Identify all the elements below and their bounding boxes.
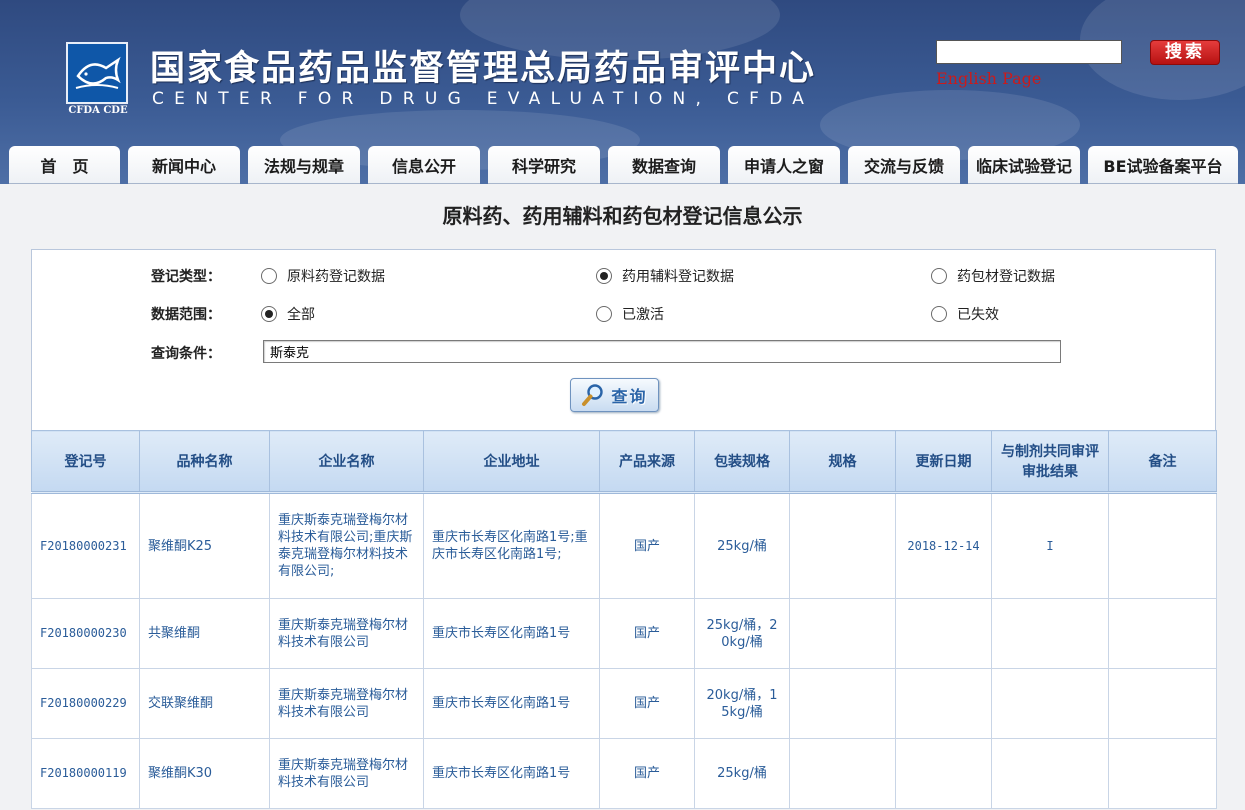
english-page-link[interactable]: English Page — [936, 69, 1041, 88]
col-spec: 规格 — [789, 430, 896, 494]
table-row[interactable]: F20180000231 聚维酮K25 重庆斯泰克瑞登梅尔材料技术有限公司;重庆… — [31, 492, 1217, 599]
nav-tab-regulations[interactable]: 法规与规章 — [248, 146, 360, 184]
cell-company: 重庆斯泰克瑞登梅尔材料技术有限公司 — [269, 668, 424, 739]
cell-reg-no[interactable]: F20180000230 — [31, 598, 140, 669]
nav-tab-disclosure[interactable]: 信息公开 — [368, 146, 480, 184]
cell-variety: 聚维酮K25 — [139, 492, 270, 599]
query-condition-input[interactable] — [263, 340, 1061, 363]
site-search-input[interactable] — [936, 40, 1122, 64]
cell-remark — [1108, 738, 1217, 809]
radio-dot[interactable] — [261, 268, 277, 284]
nav-tab-clinical-trial[interactable]: 临床试验登记 — [968, 146, 1080, 184]
col-reg-no: 登记号 — [31, 430, 140, 494]
data-range-label: 数据范围： — [151, 307, 221, 323]
cell-spec — [789, 738, 896, 809]
nav-tab-news[interactable]: 新闻中心 — [128, 146, 240, 184]
query-button[interactable]: 查询 — [570, 378, 659, 412]
cell-company: 重庆斯泰克瑞登梅尔材料技术有限公司;重庆斯泰克瑞登梅尔材料技术有限公司; — [269, 492, 424, 599]
site-search-button[interactable]: 搜索 — [1150, 40, 1220, 65]
col-source: 产品来源 — [599, 430, 695, 494]
cell-remark — [1108, 492, 1217, 599]
site-title: 国家食品药品监督管理总局药品审评中心 — [150, 49, 817, 89]
nav-tab-feedback[interactable]: 交流与反馈 — [848, 146, 960, 184]
query-condition-label: 查询条件： — [151, 346, 221, 362]
table-header-row: 登记号 品种名称 企业名称 企业地址 产品来源 包装规格 规格 更新日期 与制剂… — [31, 430, 1217, 494]
cell-review-result: I — [991, 492, 1109, 599]
cell-spec — [789, 492, 896, 599]
cell-updated — [895, 598, 992, 669]
col-package: 包装规格 — [694, 430, 790, 494]
main-nav: 首 页 新闻中心 法规与规章 信息公开 科学研究 数据查询 申请人之窗 交流与反… — [0, 144, 1245, 184]
table-row[interactable]: F20180000119 聚维酮K30 重庆斯泰克瑞登梅尔材料技术有限公司 重庆… — [31, 738, 1217, 809]
cell-company: 重庆斯泰克瑞登梅尔材料技术有限公司 — [269, 598, 424, 669]
page-title: 原料药、药用辅料和药包材登记信息公示 — [442, 204, 803, 228]
radio-range-expired[interactable]: 已失效 — [931, 304, 999, 324]
cell-company: 重庆斯泰克瑞登梅尔材料技术有限公司 — [269, 738, 424, 809]
cell-variety: 聚维酮K30 — [139, 738, 270, 809]
cell-spec — [789, 598, 896, 669]
nav-tab-research[interactable]: 科学研究 — [488, 146, 600, 184]
cell-source: 国产 — [599, 668, 695, 739]
radio-dot-selected[interactable] — [596, 268, 612, 284]
col-updated: 更新日期 — [895, 430, 992, 494]
radio-packaging-data[interactable]: 药包材登记数据 — [931, 266, 1055, 286]
col-company: 企业名称 — [269, 430, 424, 494]
nav-tab-data-query[interactable]: 数据查询 — [608, 146, 720, 184]
cell-updated: 2018-12-14 — [895, 492, 992, 599]
search-form: 登记类型： 原料药登记数据 药用辅料登记数据 药包材登记数据 数据范围： 全部 … — [31, 249, 1216, 431]
magnifier-icon — [582, 384, 604, 406]
table-row[interactable]: F20180000229 交联聚维酮 重庆斯泰克瑞登梅尔材料技术有限公司 重庆市… — [31, 668, 1217, 739]
radio-dot[interactable] — [931, 268, 947, 284]
cell-address: 重庆市长寿区化南路1号 — [423, 598, 600, 669]
col-review-result: 与制剂共同审评审批结果 — [991, 430, 1109, 494]
cell-updated — [895, 668, 992, 739]
site-subtitle: CENTER FOR DRUG EVALUATION, CFDA — [152, 89, 815, 109]
cell-review-result — [991, 668, 1109, 739]
col-remark: 备注 — [1108, 430, 1217, 494]
cfda-logo[interactable] — [66, 42, 128, 104]
nav-tab-applicant[interactable]: 申请人之窗 — [728, 146, 840, 184]
cell-package: 25kg/桶，20kg/桶 — [694, 598, 790, 669]
col-address: 企业地址 — [423, 430, 600, 494]
cell-reg-no[interactable]: F20180000229 — [31, 668, 140, 739]
radio-range-all[interactable]: 全部 — [261, 304, 315, 324]
cell-review-result — [991, 598, 1109, 669]
cell-source: 国产 — [599, 598, 695, 669]
cell-spec — [789, 668, 896, 739]
cell-reg-no[interactable]: F20180000231 — [31, 492, 140, 599]
nav-tab-home[interactable]: 首 页 — [9, 146, 120, 184]
cell-remark — [1108, 598, 1217, 669]
radio-dot[interactable] — [931, 306, 947, 322]
result-table: 登记号 品种名称 企业名称 企业地址 产品来源 包装规格 规格 更新日期 与制剂… — [31, 430, 1217, 809]
cell-package: 25kg/桶 — [694, 738, 790, 809]
cell-remark — [1108, 668, 1217, 739]
radio-range-active[interactable]: 已激活 — [596, 304, 664, 324]
cell-package: 25kg/桶 — [694, 492, 790, 599]
col-variety: 品种名称 — [139, 430, 270, 494]
logo-caption: CFDA CDE — [68, 105, 128, 116]
cell-package: 20kg/桶，15kg/桶 — [694, 668, 790, 739]
radio-dot[interactable] — [596, 306, 612, 322]
cell-review-result — [991, 738, 1109, 809]
cell-variety: 交联聚维酮 — [139, 668, 270, 739]
cell-address: 重庆市长寿区化南路1号 — [423, 738, 600, 809]
cell-variety: 共聚维酮 — [139, 598, 270, 669]
nav-tab-be-filing[interactable]: BE试验备案平台 — [1088, 146, 1238, 184]
cell-reg-no[interactable]: F20180000119 — [31, 738, 140, 809]
radio-api-data[interactable]: 原料药登记数据 — [261, 266, 385, 286]
cell-address: 重庆市长寿区化南路1号 — [423, 668, 600, 739]
radio-excipient-data[interactable]: 药用辅料登记数据 — [596, 266, 734, 286]
cell-source: 国产 — [599, 492, 695, 599]
cell-updated — [895, 738, 992, 809]
cell-source: 国产 — [599, 738, 695, 809]
fish-emblem-icon — [75, 56, 121, 89]
cell-address: 重庆市长寿区化南路1号;重庆市长寿区化南路1号; — [423, 492, 600, 599]
registration-type-label: 登记类型： — [151, 269, 221, 285]
radio-dot-selected[interactable] — [261, 306, 277, 322]
table-row[interactable]: F20180000230 共聚维酮 重庆斯泰克瑞登梅尔材料技术有限公司 重庆市长… — [31, 598, 1217, 669]
